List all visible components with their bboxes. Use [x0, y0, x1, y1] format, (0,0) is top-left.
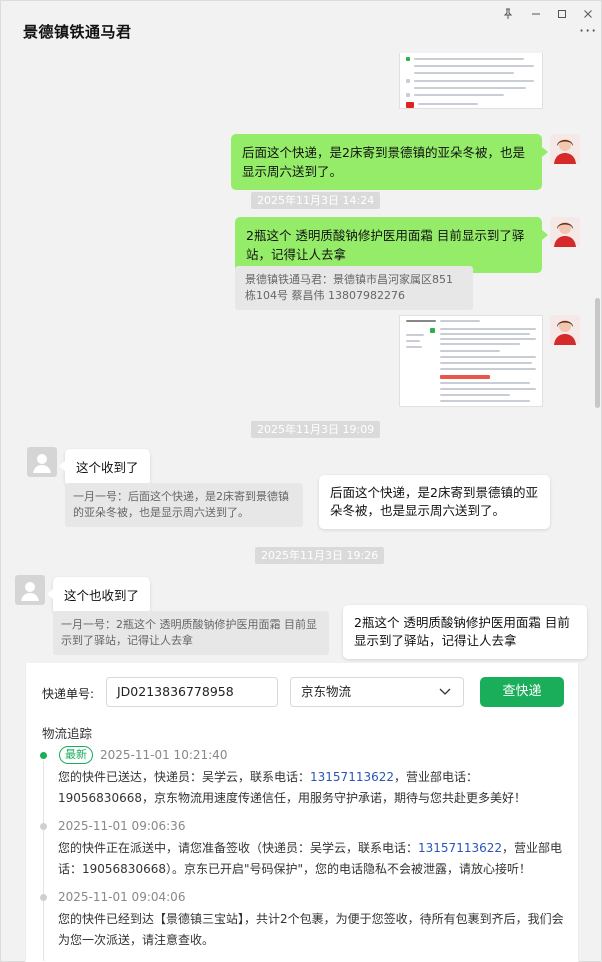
section-title: 物流追踪: [42, 726, 93, 741]
timeline-dot: [40, 752, 47, 759]
sent-message[interactable]: 2瓶这个 透明质酸钠修护医用面霜 目前显示到了驿站，记得让人去拿: [235, 217, 548, 273]
tracking-panel: 快递单号: JD0213836778958 京东物流 查快递 物流追踪 最新 2…: [25, 663, 579, 962]
message-list[interactable]: 后面这个快递，是2床寄到景德镇的亚朵冬被，也是显示周六送到了。 2025年11月…: [1, 53, 601, 663]
event-description: 您的快件已送达，快递员：吴学云，联系电话：13157113622，营业部电话：1…: [58, 770, 526, 805]
query-button[interactable]: 查快递: [480, 677, 564, 707]
pin-icon[interactable]: [497, 5, 519, 23]
more-icon[interactable]: ···: [579, 23, 597, 41]
quoted-message[interactable]: 景德镇铁通马君：景德镇市昌河家属区851栋104号 蔡昌伟 1380798227…: [235, 266, 473, 310]
avatar[interactable]: [550, 134, 580, 164]
minimize-icon[interactable]: [525, 5, 547, 23]
received-message[interactable]: 这个收到了: [59, 449, 150, 486]
timeline-line: [43, 761, 44, 961]
avatar[interactable]: [27, 447, 57, 477]
received-message[interactable]: 这个也收到了: [46, 577, 151, 614]
avatar[interactable]: [550, 217, 580, 247]
quoted-message[interactable]: 一月一号：2瓶这个 透明质酸钠修护医用面霜 目前显示到了驿站，记得让人去拿: [53, 611, 329, 655]
scrollbar[interactable]: [595, 298, 600, 408]
chevron-down-icon: [439, 688, 451, 695]
quote-preview[interactable]: 2瓶这个 透明质酸钠修护医用面霜 目前显示到了驿站，记得让人去拿: [343, 605, 587, 659]
sent-message[interactable]: 后面这个快递，是2床寄到景德镇的亚朵冬被，也是显示周六送到了。: [231, 134, 548, 190]
screenshot-image[interactable]: [399, 315, 543, 407]
quote-preview[interactable]: 后面这个快递，是2床寄到景德镇的亚朵冬被，也是显示周六送到了。: [319, 475, 550, 529]
screenshot-image[interactable]: [399, 53, 543, 109]
chat-window: 景德镇铁通马君 ··· 后面这个快递，是2床寄到景德镇的亚朵冬被，也是显示周六送…: [0, 0, 602, 962]
title-bar: 景德镇铁通马君 ···: [1, 1, 601, 53]
timestamp: 2025年11月3日 19:09: [251, 421, 381, 438]
maximize-icon[interactable]: [551, 5, 573, 23]
avatar[interactable]: [15, 575, 45, 605]
carrier-select[interactable]: 京东物流: [290, 677, 464, 707]
event-time: 2025-11-01 10:21:40: [100, 748, 228, 762]
carrier-value: 京东物流: [301, 684, 352, 699]
phone-link[interactable]: 13157113622: [418, 841, 502, 855]
chat-title: 景德镇铁通马君: [23, 23, 132, 41]
event-time: 2025-11-01 09:06:36: [58, 819, 186, 833]
quoted-message[interactable]: 一月一号：后面这个快递，是2床寄到景德镇的亚朵冬被，也是显示周六送到了。: [65, 483, 303, 527]
event-description: 您的快件已经到达【景德镇三宝站】，共计2个包裹，为便于您签收，待所有包裹到齐后，…: [58, 912, 564, 947]
timestamp: 2025年11月3日 14:24: [251, 192, 381, 209]
event-time: 2025-11-01 09:04:06: [58, 890, 186, 904]
event-description: 您的快件正在派送中，请您准备签收（快递员：吴学云，联系电话：1315711362…: [58, 841, 563, 876]
latest-badge: 最新: [59, 746, 93, 764]
timeline-dot: [40, 894, 47, 901]
tracking-number-label: 快递单号:: [42, 687, 95, 701]
tracking-number-input[interactable]: JD0213836778958: [106, 677, 278, 707]
timestamp: 2025年11月3日 19:26: [255, 547, 385, 564]
phone-link[interactable]: 13157113622: [310, 770, 394, 784]
timeline-dot: [40, 823, 47, 830]
avatar[interactable]: [550, 315, 580, 345]
